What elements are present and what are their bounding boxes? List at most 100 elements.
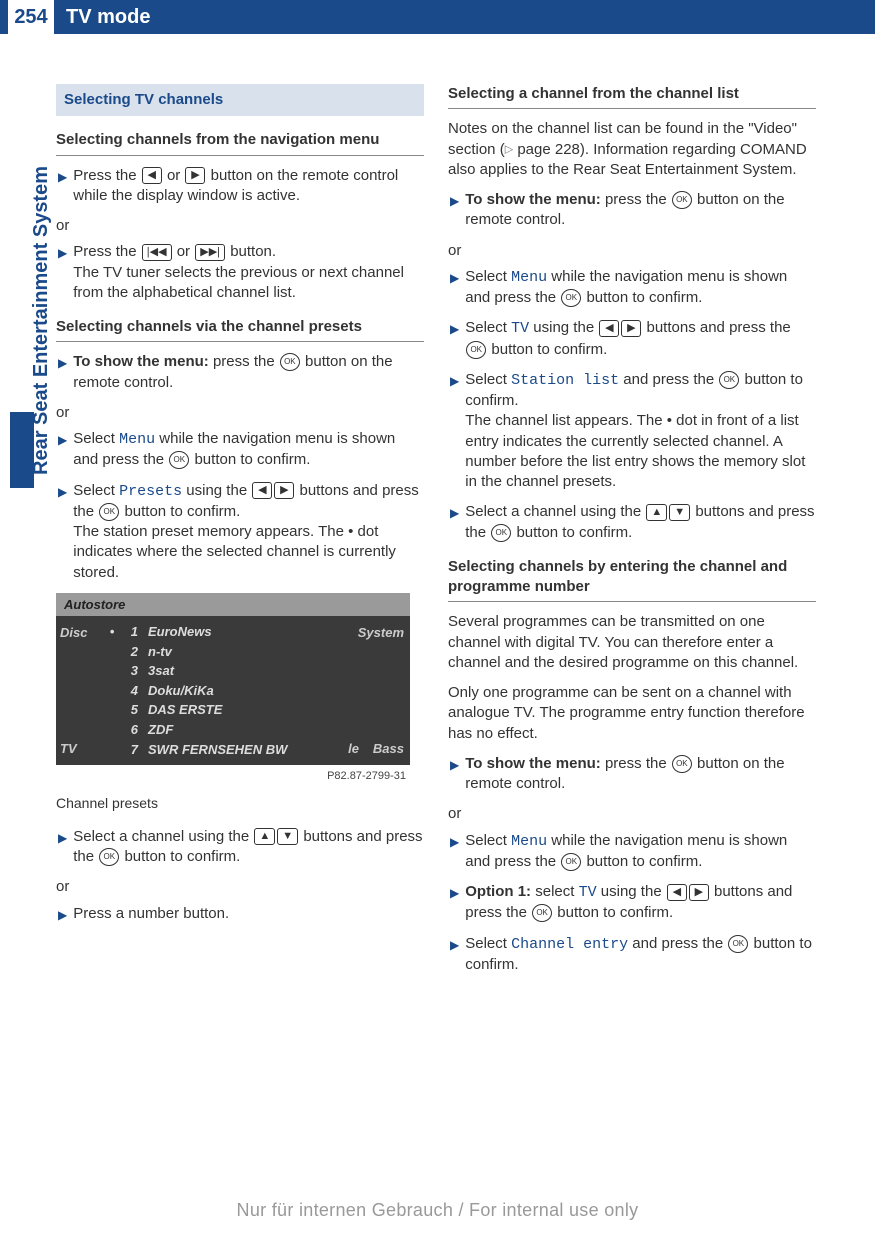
section-heading: Selecting TV channels [56,84,424,116]
page-ref-icon: ▷ [505,143,513,155]
text: Select a channel using the [73,828,253,845]
step: ▶ To show the menu: press the OK button … [448,754,816,795]
right-arrow-button[interactable]: ▶ [689,884,709,901]
bold-label: To show the menu: [73,353,209,370]
text: or [167,167,185,184]
paragraph: Only one programme can be sent on a chan… [448,683,816,744]
right-arrow-button[interactable]: ▶ [274,482,294,499]
or-text: or [56,403,424,423]
text: button. [230,243,276,260]
right-arrow-button[interactable]: ▶ [621,320,641,337]
step-marker-icon: ▶ [450,885,459,924]
command-text: Presets [119,483,182,500]
text: Select a channel using the [465,503,645,520]
left-arrow-button[interactable]: ◀ [252,482,272,499]
skip-prev-button[interactable]: |◀◀ [142,244,172,261]
step-marker-icon: ▶ [450,373,459,493]
step: ▶ Select TV using the ◀▶ buttons and pre… [448,318,816,360]
ok-button[interactable]: OK [719,371,739,389]
down-arrow-button[interactable]: ▼ [277,828,298,845]
text: buttons and press the [647,319,791,336]
step-marker-icon: ▶ [450,193,459,231]
page-header: 254 TV mode [0,0,875,34]
text: Select [465,371,511,388]
left-arrow-button[interactable]: ◀ [142,167,162,184]
ok-button[interactable]: OK [466,341,486,359]
ok-button[interactable]: OK [728,935,748,953]
figure-right-bottom: Bass [373,740,404,758]
step-marker-icon: ▶ [58,830,67,868]
up-arrow-button[interactable]: ▲ [254,828,275,845]
ok-button[interactable]: OK [491,524,511,542]
text: press the [605,755,671,772]
text: Select [465,268,511,285]
step-marker-icon: ▶ [58,432,67,471]
step: ▶ Select a channel using the ▲▼ buttons … [448,502,816,543]
up-arrow-button[interactable]: ▲ [646,504,667,521]
text: button to confirm. [557,904,673,921]
step: ▶ Option 1: select TV using the ◀▶ butto… [448,882,816,924]
step-marker-icon: ▶ [58,907,67,924]
list-item: 4Doku/KiKa [108,681,340,701]
down-arrow-button[interactable]: ▼ [669,504,690,521]
ok-button[interactable]: OK [99,503,119,521]
subheading-channel-list: Selecting a channel from the channel lis… [448,84,816,109]
step: ▶ To show the menu: press the OK button … [448,190,816,231]
text: using the [186,482,251,499]
ok-button[interactable]: OK [280,353,300,371]
or-text: or [448,241,816,261]
bold-label: Option 1: [465,883,531,900]
text: press the [605,191,671,208]
figure-code: P82.87-2799-31 [56,765,410,784]
bold-label: To show the menu: [465,191,601,208]
ok-button[interactable]: OK [169,451,189,469]
figure-top-label: Autostore [56,593,410,617]
list-item: 5DAS ERSTE [108,700,340,720]
ok-button[interactable]: OK [561,853,581,871]
figure-left-bottom: TV [60,740,100,758]
text: button to confirm. [516,524,632,541]
step: ▶ To show the menu: press the OK button … [56,352,424,393]
command-text: Station list [511,372,619,389]
step: ▶ Press a number button. [56,904,424,924]
command-text: Menu [119,431,155,448]
text: and press the [623,371,718,388]
ok-button[interactable]: OK [672,191,692,209]
step: ▶ Select Menu while the navigation menu … [448,831,816,873]
text: Select [465,319,511,336]
page-title: TV mode [66,6,150,29]
text: The channel list appears. The • dot in f… [465,412,805,490]
text: button to confirm. [491,341,607,358]
subheading-channel-number: Selecting channels by entering the chann… [448,557,816,603]
text: Select [465,935,511,952]
left-arrow-button[interactable]: ◀ [599,320,619,337]
list-item: 6ZDF [108,720,340,740]
subheading-nav-menu: Selecting channels from the navigation m… [56,130,424,155]
list-item: 33sat [108,661,340,681]
text: Press the [73,167,141,184]
ok-button[interactable]: OK [561,289,581,307]
step: ▶ Select Channel entry and press the OK … [448,934,816,976]
side-tab-marker [10,412,34,488]
text: and press the [632,935,727,952]
right-column: Selecting a channel from the channel lis… [448,84,816,985]
step: ▶ Select a channel using the ▲▼ buttons … [56,827,424,868]
step-marker-icon: ▶ [58,245,67,303]
or-text: or [448,804,816,824]
text: using the [601,883,666,900]
figure-caption: Channel presets [56,794,424,813]
left-arrow-button[interactable]: ◀ [667,884,687,901]
step-marker-icon: ▶ [58,484,67,583]
command-text: TV [579,884,597,901]
ok-button[interactable]: OK [672,755,692,773]
ok-button[interactable]: OK [99,848,119,866]
text: The TV tuner selects the previous or nex… [73,264,404,301]
step: ▶ Press the ◀ or ▶ button on the remote … [56,166,424,207]
ok-button[interactable]: OK [532,904,552,922]
text: button to confirm. [194,451,310,468]
skip-next-button[interactable]: ▶▶| [195,244,225,261]
right-arrow-button[interactable]: ▶ [185,167,205,184]
text: Select [73,430,119,447]
step-marker-icon: ▶ [58,169,67,207]
text: Press the [73,243,141,260]
